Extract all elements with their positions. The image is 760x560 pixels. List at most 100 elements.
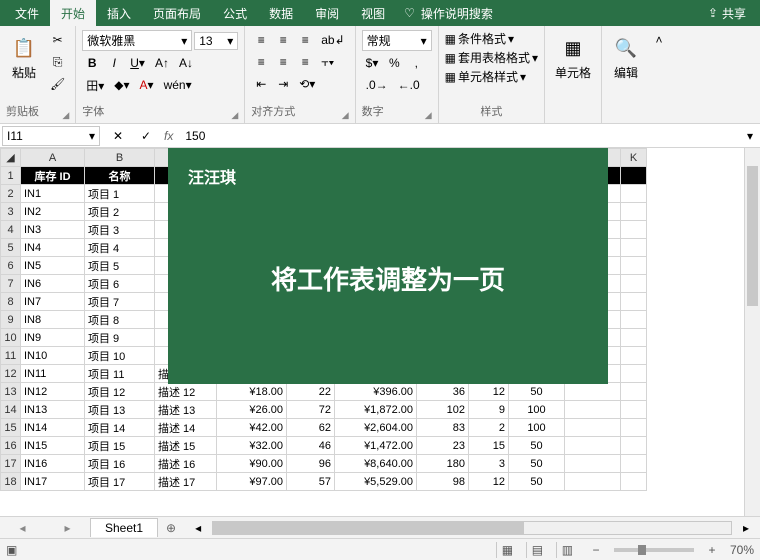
horizontal-scroll-thumb[interactable] bbox=[213, 522, 524, 534]
font-launcher[interactable]: ◢ bbox=[231, 110, 238, 121]
vertical-scrollbar[interactable] bbox=[744, 148, 760, 516]
name-box[interactable]: I11▾ bbox=[2, 126, 100, 146]
ribbon-collapse-button[interactable]: ˄ bbox=[649, 30, 669, 50]
currency-button[interactable]: $▾ bbox=[362, 53, 383, 73]
cell[interactable] bbox=[565, 383, 621, 401]
copy-button[interactable]: ⎘ bbox=[46, 52, 69, 72]
cell[interactable] bbox=[621, 221, 647, 239]
cell[interactable]: 98 bbox=[417, 473, 469, 491]
cell[interactable] bbox=[621, 275, 647, 293]
italic-button[interactable]: I bbox=[104, 53, 124, 73]
cell[interactable]: 23 bbox=[417, 437, 469, 455]
cell[interactable] bbox=[621, 257, 647, 275]
row-header[interactable]: 9 bbox=[1, 311, 21, 329]
cell[interactable]: IN12 bbox=[21, 383, 85, 401]
align-top-button[interactable]: ≡ bbox=[251, 30, 271, 50]
font-size-dropdown[interactable]: 13▾ bbox=[194, 32, 238, 50]
border-button[interactable]: 田▾ bbox=[82, 75, 108, 95]
bold-button[interactable]: B bbox=[82, 53, 102, 73]
row-header[interactable]: 12 bbox=[1, 365, 21, 383]
cell[interactable]: 96 bbox=[287, 455, 335, 473]
increase-font-button[interactable]: A↑ bbox=[151, 53, 173, 73]
cell[interactable] bbox=[621, 185, 647, 203]
cell[interactable] bbox=[621, 401, 647, 419]
cell[interactable] bbox=[621, 329, 647, 347]
cell[interactable] bbox=[621, 311, 647, 329]
row-header[interactable]: 18 bbox=[1, 473, 21, 491]
cell[interactable]: 项目 5 bbox=[85, 257, 155, 275]
font-name-dropdown[interactable]: 微软雅黑▾ bbox=[82, 30, 192, 51]
cell[interactable]: IN2 bbox=[21, 203, 85, 221]
cell[interactable]: 50 bbox=[509, 455, 565, 473]
cell[interactable]: 57 bbox=[287, 473, 335, 491]
cell[interactable]: 12 bbox=[469, 383, 509, 401]
row-header[interactable]: 14 bbox=[1, 401, 21, 419]
row-header[interactable]: 15 bbox=[1, 419, 21, 437]
zoom-slider[interactable] bbox=[614, 548, 694, 552]
row-header[interactable]: 2 bbox=[1, 185, 21, 203]
format-painter-button[interactable]: 🖌 bbox=[46, 74, 69, 94]
cancel-formula-button[interactable]: ✕ bbox=[108, 126, 128, 146]
decrease-decimal-button[interactable]: ←.0 bbox=[394, 75, 424, 95]
underline-button[interactable]: U▾ bbox=[126, 53, 149, 73]
align-right-button[interactable]: ≡ bbox=[295, 52, 315, 72]
col-header-K[interactable]: K bbox=[621, 149, 647, 167]
cell[interactable]: 项目 9 bbox=[85, 329, 155, 347]
format-as-table-button[interactable]: ▦套用表格格式▾ bbox=[445, 49, 538, 66]
font-color-button[interactable]: A▾ bbox=[136, 75, 158, 95]
cell[interactable]: 46 bbox=[287, 437, 335, 455]
cell[interactable]: 项目 7 bbox=[85, 293, 155, 311]
cell[interactable]: IN7 bbox=[21, 293, 85, 311]
menu-insert[interactable]: 插入 bbox=[96, 0, 142, 27]
increase-decimal-button[interactable]: .0→ bbox=[362, 75, 392, 95]
editing-button[interactable]: 🔍 编辑 bbox=[608, 30, 644, 85]
cell[interactable]: 项目 2 bbox=[85, 203, 155, 221]
decrease-indent-button[interactable]: ⇤ bbox=[251, 74, 271, 94]
menu-review[interactable]: 审阅 bbox=[304, 0, 350, 27]
select-all-cell[interactable]: ◢ bbox=[1, 149, 21, 167]
cell[interactable]: 项目 15 bbox=[85, 437, 155, 455]
page-layout-view-button[interactable]: ▤ bbox=[526, 542, 548, 558]
worksheet-grid[interactable]: ◢ABCDEFGHIJK1库存 ID名称续订数量2IN1项目 1503IN2项目… bbox=[0, 148, 760, 516]
cell[interactable]: ¥5,529.00 bbox=[335, 473, 417, 491]
row-header[interactable]: 4 bbox=[1, 221, 21, 239]
cell[interactable]: 9 bbox=[469, 401, 509, 419]
cell[interactable] bbox=[621, 437, 647, 455]
cell[interactable]: ¥90.00 bbox=[217, 455, 287, 473]
menu-home[interactable]: 开始 bbox=[50, 0, 96, 27]
row-header[interactable]: 10 bbox=[1, 329, 21, 347]
cell[interactable] bbox=[621, 203, 647, 221]
menu-formula[interactable]: 公式 bbox=[212, 0, 258, 27]
zoom-out-button[interactable]: − bbox=[586, 540, 606, 560]
cell[interactable]: ¥26.00 bbox=[217, 401, 287, 419]
record-macro-icon[interactable]: ▣ bbox=[6, 543, 17, 557]
cell[interactable]: IN10 bbox=[21, 347, 85, 365]
cell[interactable]: 项目 10 bbox=[85, 347, 155, 365]
row-header[interactable]: 7 bbox=[1, 275, 21, 293]
cell[interactable]: IN6 bbox=[21, 275, 85, 293]
new-sheet-button[interactable]: ⊕ bbox=[158, 519, 184, 537]
cell[interactable]: 项目 11 bbox=[85, 365, 155, 383]
cell[interactable] bbox=[621, 383, 647, 401]
cell[interactable]: 100 bbox=[509, 401, 565, 419]
scroll-right-button[interactable]: ▸ bbox=[736, 518, 756, 538]
cell[interactable]: 描述 16 bbox=[155, 455, 217, 473]
cell[interactable] bbox=[565, 401, 621, 419]
cell[interactable]: IN3 bbox=[21, 221, 85, 239]
cell[interactable]: 3 bbox=[469, 455, 509, 473]
merge-button[interactable]: ⫟▾ bbox=[317, 52, 338, 72]
cell[interactable] bbox=[565, 455, 621, 473]
cell[interactable]: ¥32.00 bbox=[217, 437, 287, 455]
row-header[interactable]: 5 bbox=[1, 239, 21, 257]
cell[interactable]: 项目 8 bbox=[85, 311, 155, 329]
cell[interactable]: 描述 13 bbox=[155, 401, 217, 419]
cell[interactable]: 83 bbox=[417, 419, 469, 437]
cell[interactable]: IN9 bbox=[21, 329, 85, 347]
cell[interactable]: 50 bbox=[509, 473, 565, 491]
cell[interactable]: 项目 4 bbox=[85, 239, 155, 257]
number-format-dropdown[interactable]: 常规▾ bbox=[362, 30, 432, 51]
formula-input[interactable]: 150 bbox=[179, 127, 740, 145]
row-header[interactable]: 16 bbox=[1, 437, 21, 455]
cell[interactable]: ¥1,472.00 bbox=[335, 437, 417, 455]
sheet-tab-active[interactable]: Sheet1 bbox=[90, 518, 158, 537]
